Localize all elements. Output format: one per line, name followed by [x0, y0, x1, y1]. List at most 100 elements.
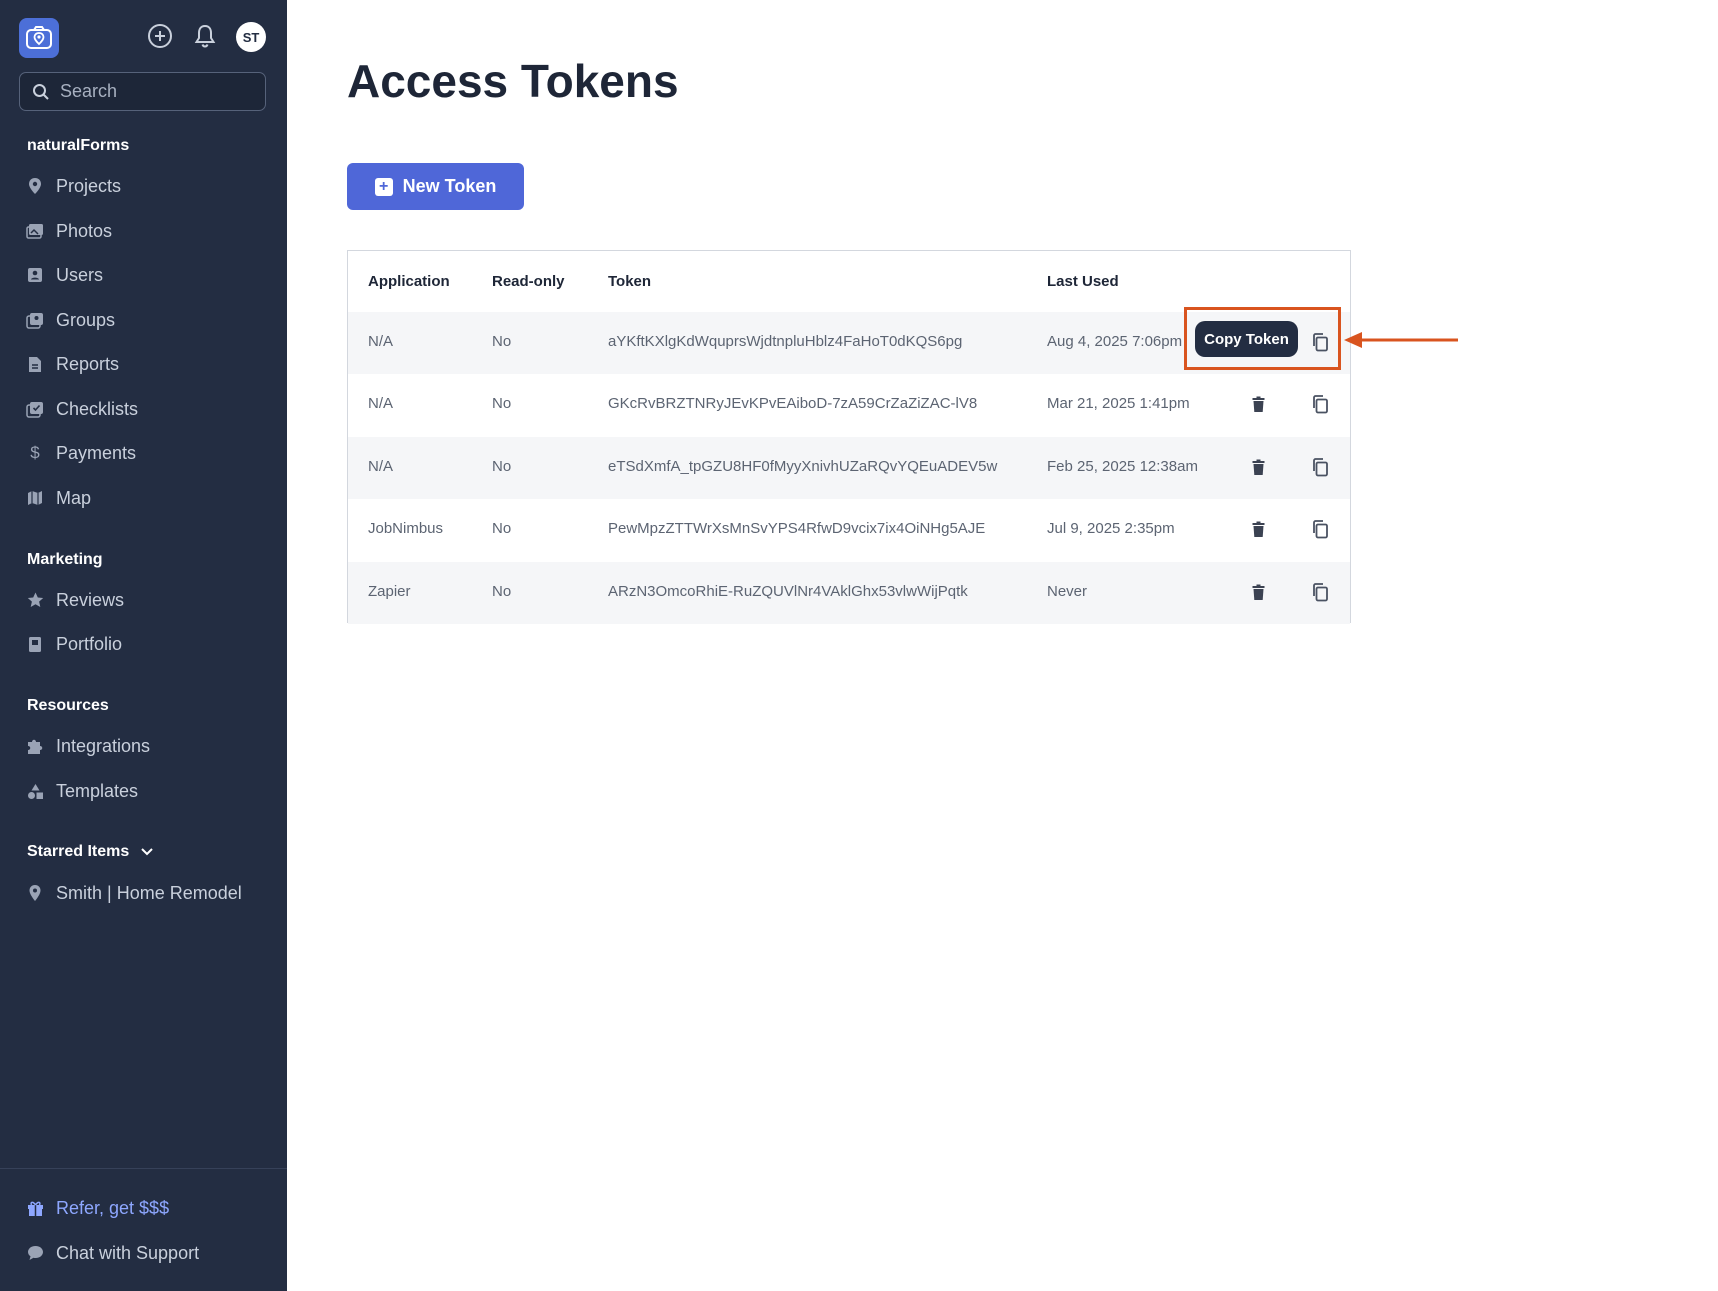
- read-only-cell: No: [492, 520, 512, 537]
- copy-icon[interactable]: [1309, 517, 1331, 541]
- column-header-read-only: Read-only: [492, 273, 565, 290]
- sidebar-item-chat-support[interactable]: Chat with Support: [26, 1238, 199, 1268]
- avatar-initials: ST: [242, 29, 260, 45]
- sidebar-item-label: Portfolio: [56, 633, 123, 654]
- search-input[interactable]: Search: [19, 72, 266, 111]
- trash-icon[interactable]: [1247, 517, 1269, 541]
- application-cell: N/A: [368, 458, 394, 475]
- last-used-cell: Feb 25, 2025 12:38am: [1047, 458, 1198, 475]
- map-icon: [26, 489, 44, 507]
- table-row: JobNimbus No PewMpzZTTWrXsMnSvYPS4RfwD9v…: [348, 499, 1350, 561]
- report-icon: [26, 355, 44, 373]
- section-title-starred: Starred Items: [27, 843, 130, 860]
- sidebar-item-label: Templates: [56, 780, 139, 801]
- starred-items-toggle[interactable]: Starred Items: [27, 843, 153, 861]
- bell-icon[interactable]: [191, 22, 219, 50]
- add-icon[interactable]: [146, 22, 174, 50]
- search-placeholder: Search: [60, 81, 118, 101]
- token-cell: ARzN3OmcoRhiE-RuZQUVlNr4VAklGhx53vlwWijP…: [608, 583, 968, 600]
- sidebar-item-label: Projects: [56, 175, 122, 196]
- application-cell: JobNimbus: [368, 520, 444, 537]
- sidebar-item-label: Photos: [56, 220, 113, 241]
- groups-icon: [26, 311, 44, 329]
- copy-icon[interactable]: [1309, 392, 1331, 416]
- dollar-icon: $: [30, 443, 40, 462]
- copy-icon[interactable]: [1309, 455, 1331, 479]
- section-title-naturalforms: naturalForms: [27, 137, 130, 154]
- sidebar-item-payments[interactable]: $ Payments: [26, 438, 136, 468]
- trash-icon[interactable]: [1247, 455, 1269, 479]
- token-cell: eTSdXmfA_tpGZU8HF0fMyyXnivhUZaRQvYQEuADE…: [608, 458, 998, 475]
- sidebar-item-map[interactable]: Map: [26, 483, 91, 513]
- last-used-cell: Aug 4, 2025 7:06pm: [1047, 333, 1183, 350]
- user-card-icon: [26, 266, 44, 284]
- plus-square-icon: +: [374, 177, 393, 196]
- chevron-down-icon: [141, 848, 153, 856]
- application-cell: N/A: [368, 333, 394, 350]
- sidebar-item-label: Groups: [56, 309, 116, 330]
- application-cell: N/A: [368, 395, 394, 412]
- read-only-cell: No: [492, 583, 512, 600]
- sidebar-item-photos[interactable]: Photos: [26, 216, 112, 246]
- application-cell: Zapier: [368, 583, 411, 600]
- new-token-label: New Token: [402, 176, 497, 196]
- read-only-cell: No: [492, 395, 512, 412]
- sidebar-item-templates[interactable]: Templates: [26, 776, 138, 806]
- copy-token-tooltip: Copy Token: [1195, 321, 1298, 357]
- sidebar-item-label: Chat with Support: [56, 1242, 200, 1263]
- arrow-left-icon: [1344, 332, 1458, 348]
- map-pin-icon: [26, 177, 44, 195]
- page-title: Access Tokens: [347, 55, 679, 107]
- location-pin-icon: [26, 884, 44, 902]
- table-row: N/A No eTSdXmfA_tpGZU8HF0fMyyXnivhUZaRQv…: [348, 437, 1350, 499]
- table-row: N/A No GKcRvBRZTNRyJEvKPvEAiboD-7zA59CrZ…: [348, 374, 1350, 436]
- gift-icon: [26, 1199, 44, 1217]
- search-icon: [33, 83, 49, 100]
- sidebar-item-label: Map: [56, 487, 92, 508]
- sidebar-item-reports[interactable]: Reports: [26, 349, 119, 379]
- last-used-cell: Jul 9, 2025 2:35pm: [1047, 520, 1175, 537]
- sidebar-item-label: Reviews: [56, 589, 125, 610]
- token-cell: PewMpzZTTWrXsMnSvYPS4RfwD9vcix7ix4OiNHg5…: [608, 520, 986, 537]
- new-token-button[interactable]: + New Token: [347, 163, 524, 210]
- sidebar-item-label: Integrations: [56, 735, 151, 756]
- sidebar-item-smith-home-remodel[interactable]: Smith | Home Remodel: [26, 878, 242, 908]
- last-used-cell: Never: [1047, 583, 1088, 600]
- sidebar-item-groups[interactable]: Groups: [26, 305, 115, 335]
- section-title-resources: Resources: [27, 697, 109, 714]
- token-cell: aYKftKXlgKdWquprsWjdtnpluHblz4FaHoT0dKQS…: [608, 333, 963, 350]
- copy-icon[interactable]: [1309, 580, 1331, 604]
- sidebar-item-refer[interactable]: Refer, get $$$: [26, 1193, 169, 1223]
- trash-icon[interactable]: [1247, 392, 1269, 416]
- sidebar-item-label: Smith | Home Remodel: [56, 882, 242, 903]
- table-row: Zapier No ARzN3OmcoRhiE-RuZQUVlNr4VAklGh…: [348, 562, 1350, 624]
- column-header-token: Token: [608, 273, 652, 290]
- sidebar-item-checklists[interactable]: Checklists: [26, 394, 138, 424]
- sidebar-item-reviews[interactable]: Reviews: [26, 585, 124, 615]
- sidebar-divider: [0, 1168, 287, 1169]
- sidebar-item-integrations[interactable]: Integrations: [26, 731, 150, 761]
- sidebar-item-portfolio[interactable]: Portfolio: [26, 629, 122, 659]
- tokens-table: Application Read-only Token Last Used N/…: [347, 250, 1351, 624]
- chat-icon: [26, 1244, 44, 1262]
- sidebar-item-label: Users: [56, 264, 104, 285]
- camera-logo-icon: [26, 26, 52, 49]
- sidebar-item-users[interactable]: Users: [26, 260, 103, 290]
- trash-icon[interactable]: [1247, 580, 1269, 604]
- star-icon: [26, 591, 44, 609]
- app-logo[interactable]: [19, 18, 59, 58]
- section-title-marketing: Marketing: [27, 551, 103, 568]
- sidebar-item-label: Refer, get $$$: [56, 1197, 170, 1218]
- avatar[interactable]: ST: [236, 22, 266, 52]
- sidebar-item-projects[interactable]: Projects: [26, 171, 121, 201]
- portfolio-icon: [26, 635, 44, 653]
- shapes-icon: [26, 782, 44, 800]
- sidebar-item-label: Checklists: [56, 398, 139, 419]
- sidebar-item-label: Payments: [56, 442, 137, 463]
- read-only-cell: No: [492, 333, 512, 350]
- checklist-icon: [26, 400, 44, 418]
- column-header-last-used: Last Used: [1047, 273, 1119, 290]
- sidebar-item-label: Reports: [56, 353, 120, 374]
- read-only-cell: No: [492, 458, 512, 475]
- column-header-application: Application: [368, 273, 450, 290]
